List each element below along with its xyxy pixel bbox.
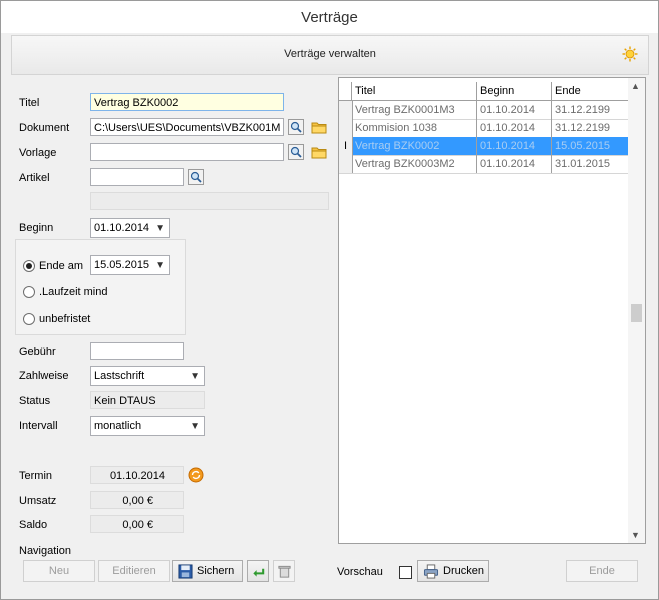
- contracts-table: Titel Beginn Ende Vertrag BZK0001M3 01.1…: [338, 77, 646, 544]
- table-row-selected[interactable]: I Vertrag BZK0002 01.10.2014 15.05.2015: [339, 137, 629, 156]
- edit-button[interactable]: Editieren: [98, 560, 170, 582]
- row-header[interactable]: [339, 119, 353, 137]
- search-icon[interactable]: [288, 144, 304, 160]
- scrollbar-thumb[interactable]: [631, 304, 642, 322]
- new-button[interactable]: Neu: [23, 560, 95, 582]
- ende-date-value: 15.05.2015: [94, 259, 150, 271]
- cell-beginn: 01.10.2014: [477, 119, 552, 137]
- umsatz-value: 0,00 €: [90, 491, 184, 509]
- floppy-disk-icon: [178, 564, 193, 579]
- titel-label: Titel: [19, 97, 40, 109]
- table-row[interactable]: Vertrag BZK0003M2 01.10.2014 31.01.2015: [339, 155, 629, 174]
- end-button[interactable]: Ende: [566, 560, 638, 582]
- ende-group: Ende am 15.05.2015 ▼ .Laufzeit mind unbe…: [15, 239, 186, 335]
- unbefristet-label: unbefristet: [39, 313, 91, 325]
- status-value: Kein DTAUS: [90, 391, 205, 409]
- gebuehr-input[interactable]: [90, 342, 184, 360]
- artikel-description: [90, 192, 329, 210]
- column-header-beginn[interactable]: Beginn: [477, 82, 552, 100]
- cell-titel: Vertrag BZK0001M3: [352, 101, 477, 119]
- cell-ende: 15.05.2015: [552, 137, 629, 155]
- cell-ende: 31.12.2199: [552, 119, 629, 137]
- vertical-scrollbar[interactable]: ▲ ▼: [628, 78, 645, 543]
- beginn-datepicker[interactable]: 01.10.2014 ▼: [90, 218, 170, 238]
- row-header[interactable]: [339, 155, 353, 173]
- beginn-label: Beginn: [19, 222, 54, 234]
- row-header-corner: [339, 82, 352, 100]
- laufzeit-radio[interactable]: [23, 286, 35, 298]
- sun-icon[interactable]: [622, 46, 638, 62]
- dokument-label: Dokument: [19, 122, 70, 134]
- search-icon[interactable]: [188, 169, 204, 185]
- cell-beginn: 01.10.2014: [477, 155, 552, 173]
- delete-button[interactable]: [273, 560, 295, 582]
- cell-titel: Vertrag BZK0002: [352, 137, 477, 155]
- ende-am-label: Ende am: [39, 260, 84, 272]
- column-header-ende[interactable]: Ende: [552, 82, 629, 100]
- intervall-value: monatlich: [94, 420, 142, 432]
- cell-beginn: 01.10.2014: [477, 137, 552, 155]
- save-button-label: Sichern: [197, 565, 235, 577]
- saldo-value: 0,00 €: [90, 515, 184, 533]
- dokument-input[interactable]: C:\Users\UES\Documents\VBZK001M: [90, 118, 284, 136]
- cell-ende: 31.12.2199: [552, 101, 629, 119]
- navigation-label: Navigation: [19, 545, 71, 557]
- cell-ende: 31.01.2015: [552, 155, 629, 173]
- print-button[interactable]: Drucken: [417, 560, 489, 582]
- ende-am-radio[interactable]: [23, 260, 35, 272]
- folder-icon[interactable]: [311, 119, 327, 135]
- column-header-titel[interactable]: Titel: [352, 82, 477, 100]
- termin-value: 01.10.2014: [90, 466, 184, 484]
- folder-icon[interactable]: [311, 144, 327, 160]
- scroll-up-icon[interactable]: ▲: [631, 81, 640, 91]
- cell-titel: Vertrag BZK0003M2: [352, 155, 477, 173]
- contracts-window: Verträge Verträge verwalten Titel Vertra…: [0, 0, 659, 600]
- titel-input[interactable]: Vertrag BZK0002: [90, 93, 284, 111]
- unbefristet-radio[interactable]: [23, 313, 35, 325]
- intervall-select[interactable]: monatlich ▼: [90, 416, 205, 436]
- undo-button[interactable]: [247, 560, 269, 582]
- termin-label: Termin: [19, 470, 53, 482]
- chevron-down-icon: ▼: [155, 260, 165, 271]
- refresh-icon[interactable]: [188, 467, 204, 483]
- trash-icon: [278, 565, 291, 578]
- table-row[interactable]: Kommision 1038 01.10.2014 31.12.2199: [339, 119, 629, 138]
- beginn-value: 01.10.2014: [94, 222, 150, 234]
- ende-datepicker[interactable]: 15.05.2015 ▼: [90, 255, 170, 275]
- artikel-input[interactable]: [90, 168, 184, 186]
- vorlage-label: Vorlage: [19, 147, 57, 159]
- artikel-label: Artikel: [19, 172, 50, 184]
- saldo-label: Saldo: [19, 519, 48, 531]
- search-icon[interactable]: [288, 119, 304, 135]
- window-title: Verträge: [1, 1, 658, 33]
- row-header[interactable]: [339, 101, 353, 119]
- printer-icon: [423, 564, 439, 579]
- scroll-down-icon[interactable]: ▼: [631, 530, 640, 540]
- status-label: Status: [19, 395, 51, 407]
- vorschau-checkbox[interactable]: [399, 566, 412, 579]
- chevron-down-icon: ▼: [155, 223, 165, 234]
- laufzeit-label: .Laufzeit mind: [39, 286, 108, 298]
- zahlweise-select[interactable]: Lastschrift ▼: [90, 366, 205, 386]
- vorschau-label: Vorschau: [337, 566, 383, 578]
- zahlweise-value: Lastschrift: [94, 370, 145, 382]
- table-header: Titel Beginn Ende: [339, 82, 629, 101]
- save-button[interactable]: Sichern: [172, 560, 243, 582]
- header-title: Verträge verwalten: [284, 48, 376, 60]
- row-header-current-icon[interactable]: I: [339, 137, 353, 155]
- cell-beginn: 01.10.2014: [477, 101, 552, 119]
- vorlage-input[interactable]: [90, 143, 284, 161]
- chevron-down-icon: ▼: [190, 421, 200, 432]
- chevron-down-icon: ▼: [190, 371, 200, 382]
- umsatz-label: Umsatz: [19, 495, 57, 507]
- print-button-label: Drucken: [443, 565, 484, 577]
- cell-titel: Kommision 1038: [352, 119, 477, 137]
- table-row[interactable]: Vertrag BZK0001M3 01.10.2014 31.12.2199: [339, 101, 629, 120]
- undo-arrow-icon: [253, 568, 265, 577]
- intervall-label: Intervall: [19, 420, 58, 432]
- zahlweise-label: Zahlweise: [19, 370, 69, 382]
- gebuehr-label: Gebühr: [19, 346, 56, 358]
- header-panel: Verträge verwalten: [11, 35, 649, 75]
